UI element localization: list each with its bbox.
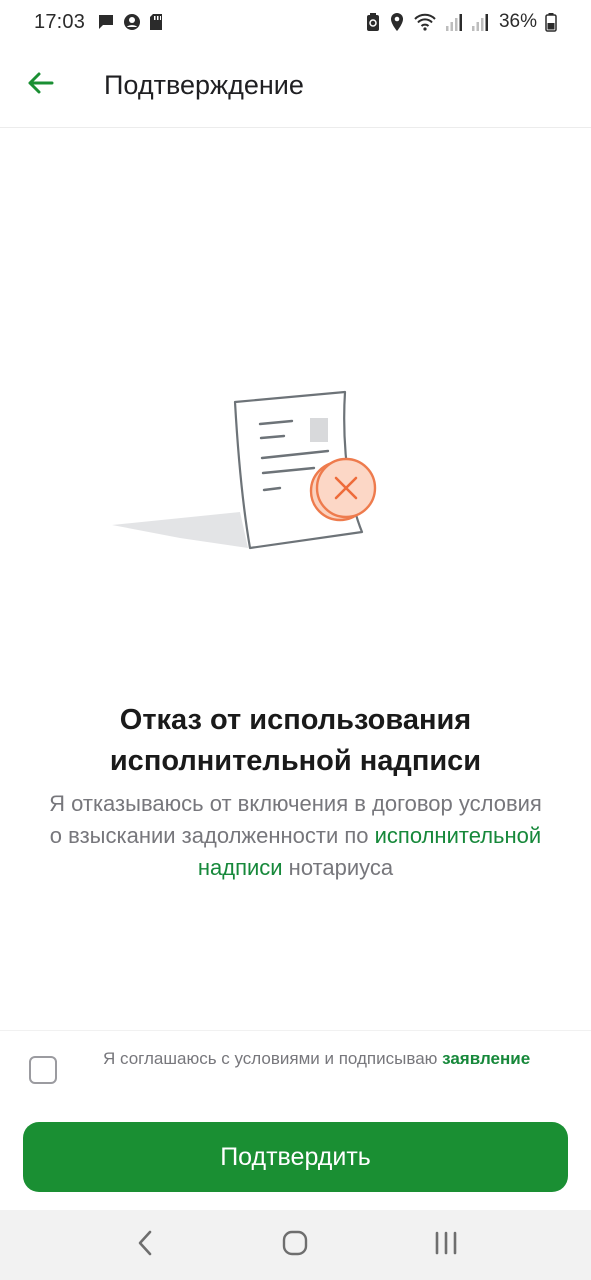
system-nav-bar	[0, 1210, 591, 1280]
page-title: Подтверждение	[104, 70, 304, 100]
heading: Отказ от использования исполнительной на…	[109, 704, 482, 777]
nav-home-button[interactable]	[265, 1215, 325, 1275]
nav-recents-button[interactable]	[416, 1215, 476, 1275]
signal-icon	[471, 12, 489, 32]
document-rejected-icon	[100, 380, 400, 560]
nav-back-button[interactable]	[115, 1215, 175, 1275]
location-icon	[389, 12, 405, 32]
agree-checkbox[interactable]	[29, 1056, 57, 1084]
confirm-button[interactable]: Подтвердить	[23, 1122, 568, 1192]
description: Я отказываюсь от включения в договор усл…	[40, 788, 551, 884]
message-icon	[97, 13, 115, 31]
back-nav-icon	[135, 1229, 155, 1262]
sd-card-icon	[149, 13, 163, 31]
arrow-left-icon	[26, 71, 54, 100]
back-button[interactable]	[0, 44, 80, 128]
bottom-panel: Я соглашаюсь с условиями и подписываю за…	[0, 1030, 591, 1210]
agree-label: Я соглашаюсь с условиями и подписываю за…	[103, 1046, 543, 1071]
screen: 17:03 36% Подтверждение Отказ от использ…	[0, 0, 591, 1280]
description-text-end: нотариуса	[282, 855, 394, 880]
app-bar: Подтверждение	[0, 44, 591, 128]
home-nav-icon	[281, 1229, 309, 1262]
statement-link[interactable]: заявление	[442, 1049, 530, 1068]
battery-icon	[545, 12, 557, 32]
recycle-icon	[365, 12, 381, 32]
recents-nav-icon	[433, 1230, 459, 1261]
status-left: 17:03	[34, 11, 163, 34]
account-icon	[123, 13, 141, 31]
status-right: 36%	[365, 11, 557, 33]
wifi-icon	[413, 12, 437, 32]
status-time: 17:03	[34, 10, 86, 33]
status-bar: 17:03 36%	[0, 0, 591, 44]
battery-percent: 36%	[498, 11, 537, 32]
agree-label-text: Я соглашаюсь с условиями и подписываю	[103, 1049, 443, 1068]
signal-icon	[445, 12, 463, 32]
